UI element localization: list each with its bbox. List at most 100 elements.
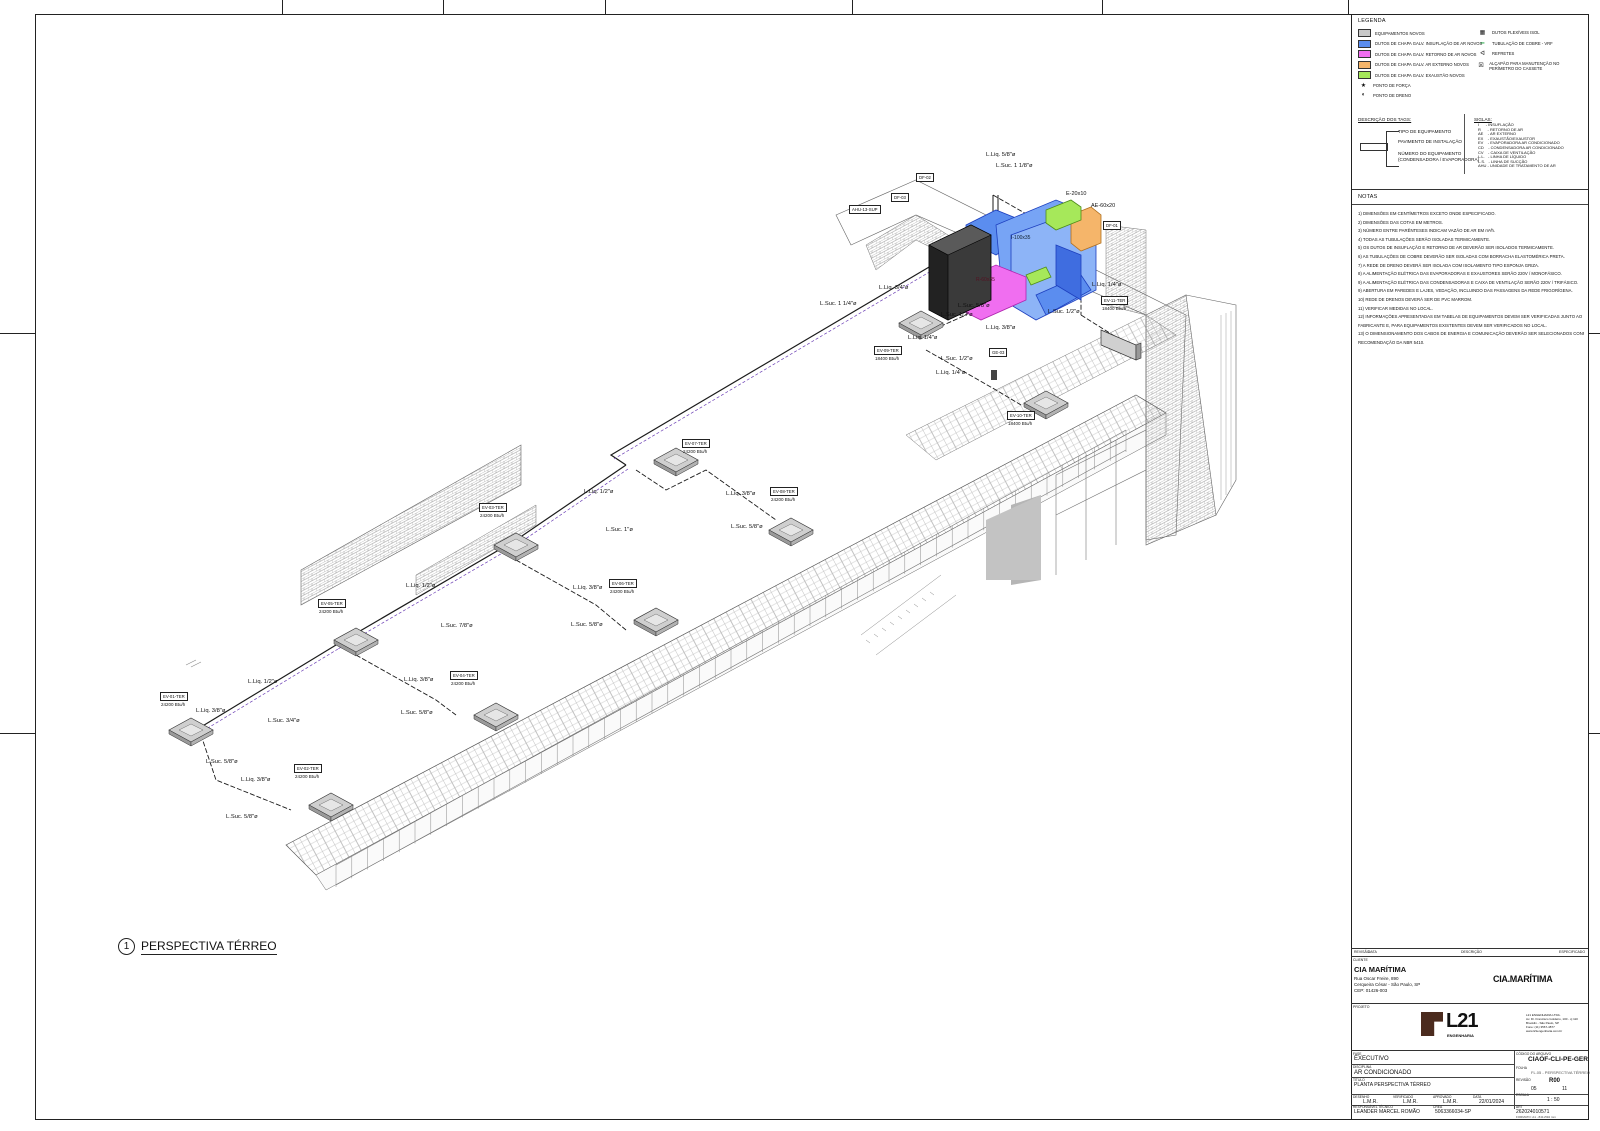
engineering-logo-mark (1421, 1012, 1443, 1036)
equipment-capacity: 18400 Btu/h (1102, 306, 1127, 311)
note-item: 12) INFORMAÇÕES APRESENTADAS EM TABELAS … (1358, 314, 1583, 320)
drawing-sheet: DF-02 DF-03 AHU-13-SUP E-20x10 AE-60x20 … (0, 0, 1600, 1131)
notes-title: NOTAS (1358, 194, 1378, 200)
note-item: 8) A ALIMENTAÇÃO ELÉTRICA DAS EVAPORADOR… (1358, 271, 1562, 277)
equipment-capacity: 24200 Btu/h (319, 609, 344, 614)
legend-item: ★ PONTO DE FORÇA (1358, 82, 1411, 89)
equipment-tag: EV-04-TER (450, 671, 478, 680)
note-item: 3) NÚMERO ENTRE PARÊNTESES INDICAM VAZÃO… (1358, 228, 1496, 234)
legend-label: DUTOS DE CHAPA GALV. EXAUSTÃO NOVOS (1375, 72, 1465, 78)
view-number: 1 (118, 938, 135, 955)
pipe-label: L.Liq. 3/8"ø (196, 708, 226, 714)
legend-swatch: ◐ (1361, 92, 1366, 98)
legend-label: TUBULAÇÃO DE COBRE - VRF (1492, 40, 1553, 46)
phase: EXECUTIVO (1354, 1056, 1389, 1062)
pipe-label: L.Liq. 1/2"ø (248, 679, 278, 685)
pipe-label: L.Suc. 5/8"ø (571, 622, 603, 628)
info-rows: FASE EXECUTIVO DISCIPLINA AR CONDICIONAD… (1351, 1050, 1590, 1119)
pipe-label: L.Liq. 1/2"ø (406, 583, 436, 589)
pipe-label: L.Liq. 3/4"ø (879, 285, 909, 291)
cassette-units (168, 310, 1069, 822)
pipe-label: L.Suc. 1/2"ø (941, 356, 973, 362)
note-item: 13) O DIMENSIONAMENTO DOS CABOS DE ENERG… (1358, 331, 1584, 337)
view-title: 1 PERSPECTIVA TÉRREO (118, 938, 277, 955)
ge-03-unit (991, 370, 997, 380)
pipe-label: L.Liq. 3/8"ø (986, 325, 1016, 331)
pipe-label: L.Suc. 5/8"ø (206, 759, 238, 765)
pipe-label: L.Liq. 1/4"ø (1092, 282, 1122, 288)
tag-e-20x10: E-20x10 (1066, 191, 1087, 197)
legend-title: LEGENDA (1358, 18, 1386, 24)
equipment-capacity: 24200 Btu/h (610, 589, 635, 594)
legend-label: DUTOS DE CHAPA GALV. AR EXTERNO NOVOS (1375, 62, 1469, 67)
legend-swatch (1358, 71, 1371, 79)
return-duct-label: R-60x35 (976, 277, 995, 283)
responsible: LEANDER MARCEL ROMÃO (1354, 1109, 1420, 1115)
tag-desc-sample (1360, 143, 1388, 151)
equipment-capacity: 18400 Btu/h (875, 356, 900, 361)
note-item: 2) DIMENSÕES DAS COTAS EM METROS. (1358, 219, 1443, 225)
revision-row: REVISÃO DATA DESCRIÇÃO ESPECIFICADO (1351, 948, 1588, 956)
notes-list: 1) DIMENSÕES EM CENTÍMETROS EXCETO ONDE … (1358, 210, 1584, 348)
legend-label: DUTOS DE CHAPA GALV. RETORNO DE AR NOVOS (1375, 51, 1477, 57)
pipe-label: L.Liq. 1/4"ø (936, 370, 966, 376)
tag-ahu: AHU-13-SUP (849, 205, 881, 214)
note-item: 9) A ALIMENTAÇÃO ELÉTRICA DAS CONDENSADO… (1358, 279, 1579, 285)
pipe-label: L.Liq. 3/8"ø (726, 491, 756, 497)
client-row: CLIENTE CIA MARÍTIMA Rua Oscar Freire, 8… (1351, 956, 1588, 1003)
engineering-logo: L21 (1446, 1010, 1478, 1032)
legend-swatch (1358, 50, 1371, 58)
discipline: AR CONDICIONADO (1354, 1070, 1412, 1076)
view-title-text: PERSPECTIVA TÉRREO (141, 938, 277, 955)
equipment-capacity: 24200 Btu/h (295, 774, 320, 779)
revision: R00 (1549, 1078, 1561, 1084)
engineering-info-line: www.l21engenharia.com.br (1526, 1029, 1563, 1033)
legend-label: REFRETES (1492, 51, 1515, 56)
tag-df-03: DF-03 (891, 193, 909, 202)
note-item: 1) DIMENSÕES EM CENTÍMETROS EXCETO ONDE … (1358, 211, 1496, 216)
tag-df-01: DF-01 (1103, 221, 1121, 230)
legend-item: EQUIPAMENTOS NOVOS (1358, 29, 1425, 37)
client-name: CIA MARÍTIMA (1354, 965, 1407, 974)
tag-desc-item: PAVIMENTO DE INSTALAÇÃO (1398, 139, 1462, 144)
tag-ae-60x20: AE-60x20 (1091, 203, 1116, 209)
pipe-label: L.Liq. 1/4"ø (908, 335, 938, 341)
pipe-label: L.Suc. 1/2"ø (941, 312, 973, 318)
legend-item: ᐊ REFRETES (1477, 50, 1514, 57)
note-item: 4) TODAS AS TUBULAÇÕES SERÃO ISOLADAS TE… (1358, 236, 1491, 242)
tag-ge-03: GE-03 (989, 348, 1008, 357)
pipe-label: L.Suc. 5/8"ø (226, 814, 258, 820)
sheet-title: PLANTA PERSPECTIVA TÉRREO (1354, 1082, 1431, 1088)
equipment-tag: EV-03-TER (479, 503, 507, 512)
legend-swatch (1358, 29, 1371, 37)
equipment-tag: EV-09-TER (874, 346, 902, 355)
pipe-label: L.Liq. 3/8"ø (573, 585, 603, 591)
note-item: 10) REDE DE DRENOS DEVERÁ SER DE PVC MAR… (1358, 296, 1473, 302)
pipe-label: L.Suc. 1 1/4"ø (820, 301, 857, 307)
cassette-ev-01-ter (168, 717, 214, 747)
legend-label: EQUIPAMENTOS NOVOS (1375, 30, 1425, 36)
note-item: 11) VERIFICAR MEDIDAS NO LOCAL. (1358, 305, 1433, 311)
pipe-label: L.Liq. 3/8"ø (241, 777, 271, 783)
tag-df-02: DF-02 (916, 173, 934, 182)
legend-label: ALÇAPÃO PARA MANUTENÇÃO NO PERÍMETRO DO … (1489, 60, 1560, 71)
legend-symbol: ☒ (1478, 63, 1484, 69)
pipe-label: L.Suc. 7/8"ø (441, 623, 473, 629)
legend-symbol: ━ (1480, 40, 1485, 47)
tag-desc-title: DESCRIÇÃO DOS TAGS: (1358, 117, 1412, 122)
pipe-label: L.Suc. 1"ø (606, 527, 633, 533)
note-item: 5) OS DUTOS DE INSUFLAÇÃO E RETORNO DE A… (1358, 245, 1555, 251)
note-item: 7) A REDE DE DRENO DEVERÁ SER ISOLADA CO… (1358, 262, 1540, 268)
legend-item: ☒ ALÇAPÃO PARA MANUTENÇÃO NO PERÍMETRO DO… (1477, 61, 1582, 71)
pipe-label: L.Suc. 3/4"ø (268, 718, 300, 724)
title-block: REVISÃO DATA DESCRIÇÃO ESPECIFICADO CLIE… (1351, 948, 1590, 1119)
legend-section: LEGENDA EQUIPAMENTOS NOVOS DUTOS DE CHAPA… (1352, 15, 1588, 190)
equipment-capacity: 24200 Btu/h (161, 702, 186, 707)
file-code: CIAOF-CLI-PE-GER (1528, 1056, 1588, 1063)
siglas-list: I - INSUFLAÇÃO R - RETORNO DE AR AE - AR… (1478, 122, 1564, 169)
equipment-capacity: 24200 Btu/h (683, 449, 708, 454)
equipment-capacity: 24200 Btu/h (451, 681, 476, 686)
legend-label: DUTOS DE CHAPA GALV. INSUFLAÇÃO DE AR NO… (1375, 41, 1483, 46)
legend-item: DUTOS DE CHAPA GALV. INSUFLAÇÃO DE AR NO… (1358, 39, 1483, 48)
pipe-label: L.Suc. 1/2"ø (1048, 309, 1080, 315)
